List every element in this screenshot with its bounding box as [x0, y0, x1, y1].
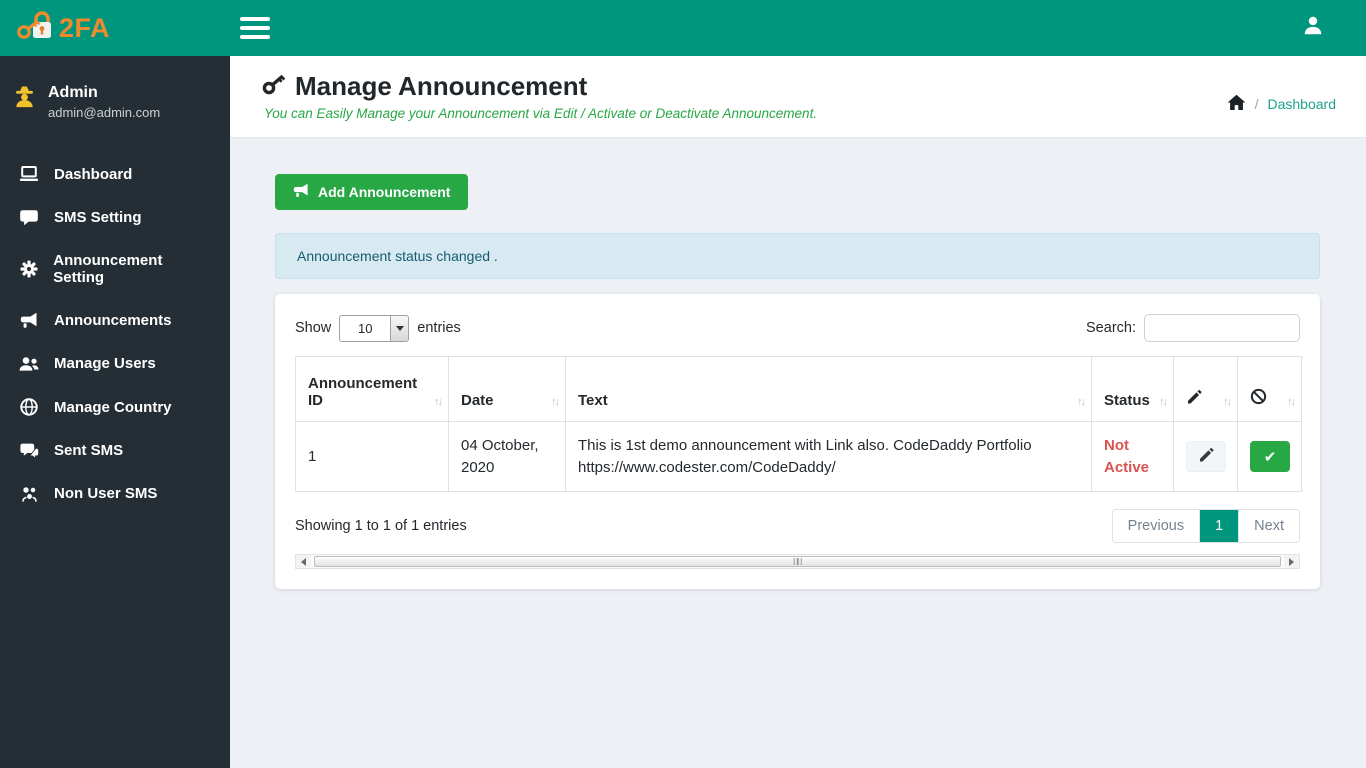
search-input[interactable] — [1144, 314, 1300, 342]
announcements-table: Announcement ID ↑↓ Date ↑↓ Text ↑↓ Statu… — [295, 356, 1302, 492]
cell-edit — [1173, 421, 1238, 492]
cell-text: This is 1st demo announcement with Link … — [565, 421, 1092, 492]
header-text[interactable]: Text ↑↓ — [565, 356, 1092, 422]
home-icon[interactable] — [1227, 94, 1246, 114]
sort-icon[interactable]: ↑↓ — [1077, 396, 1086, 408]
scrollbar-thumb[interactable] — [314, 556, 1281, 567]
edit-button[interactable] — [1186, 441, 1226, 472]
sidebar-user-name: Admin — [48, 84, 98, 101]
pencil-icon — [1198, 447, 1214, 466]
sort-icon[interactable]: ↑↓ — [1287, 396, 1296, 408]
horizontal-scrollbar[interactable] — [295, 554, 1300, 569]
cell-announcement-id: 1 — [295, 421, 449, 492]
scrollbar-grip-icon — [793, 558, 802, 565]
table-info: Showing 1 to 1 of 1 entries — [295, 518, 467, 534]
sidebar-nav: Dashboard SMS Setting Announcement Setti… — [0, 152, 230, 515]
page-header: Manage Announcement You can Easily Manag… — [230, 56, 1366, 138]
lock-key-logo-icon — [16, 9, 54, 48]
sidebar-item-manage-country[interactable]: Manage Country — [0, 385, 230, 429]
table-header-row: Announcement ID ↑↓ Date ↑↓ Text ↑↓ Statu… — [295, 356, 1302, 422]
pagination-page-1[interactable]: 1 — [1199, 510, 1239, 542]
scroll-left-arrow-icon[interactable] — [296, 555, 311, 568]
ban-icon — [1250, 388, 1267, 409]
globe-icon — [18, 398, 40, 416]
pencil-icon — [1186, 389, 1202, 409]
header-date[interactable]: Date ↑↓ — [448, 356, 566, 422]
laptop-icon — [18, 165, 40, 183]
header-deactivate[interactable]: ↑↓ — [1237, 356, 1302, 422]
cell-date: 04 October, 2020 — [448, 421, 566, 492]
sort-icon[interactable]: ↑↓ — [551, 396, 560, 408]
sidebar-item-label: Sent SMS — [54, 442, 124, 459]
sidebar-item-label: Manage Users — [54, 355, 156, 372]
sidebar-item-label: SMS Setting — [54, 209, 142, 226]
user-secret-icon — [12, 84, 37, 114]
sort-icon[interactable]: ↑↓ — [434, 396, 443, 408]
user-group-icon — [18, 486, 40, 502]
sidebar-item-dashboard[interactable]: Dashboard — [0, 152, 230, 196]
pagination-previous[interactable]: Previous — [1112, 510, 1200, 542]
sidebar: Admin admin@admin.com Dashboard SMS Sett… — [0, 56, 230, 768]
sort-icon[interactable]: ↑↓ — [1159, 396, 1168, 408]
check-icon: ✔ — [1263, 448, 1277, 466]
sidebar-item-non-user-sms[interactable]: Non User SMS — [0, 472, 230, 515]
header-announcement-id[interactable]: Announcement ID ↑↓ — [295, 356, 449, 422]
header-status[interactable]: Status ↑↓ — [1091, 356, 1174, 422]
header-edit[interactable]: ↑↓ — [1173, 356, 1238, 422]
sidebar-item-announcement-setting[interactable]: Announcement Setting — [0, 239, 230, 299]
key-icon — [262, 73, 286, 100]
pagination: Previous 1 Next — [1111, 509, 1300, 543]
cell-status: Not Active — [1091, 421, 1174, 492]
sidebar-item-sms-setting[interactable]: SMS Setting — [0, 196, 230, 239]
comment-icon — [18, 209, 40, 226]
hamburger-menu-icon[interactable] — [240, 12, 270, 44]
users-icon — [18, 356, 40, 372]
pagination-next[interactable]: Next — [1238, 510, 1299, 542]
topbar: 2FA — [0, 0, 1366, 56]
sidebar-item-label: Non User SMS — [54, 485, 158, 502]
brand[interactable]: 2FA — [0, 0, 230, 56]
main-area: Manage Announcement You can Easily Manag… — [230, 0, 1366, 589]
breadcrumb: / Dashboard — [1227, 87, 1336, 121]
sidebar-item-manage-users[interactable]: Manage Users — [0, 342, 230, 385]
sidebar-item-label: Dashboard — [54, 165, 133, 183]
comments-icon — [18, 443, 40, 459]
sort-icon[interactable]: ↑↓ — [1223, 396, 1232, 408]
sidebar-user-panel: Admin admin@admin.com — [0, 56, 230, 128]
scroll-right-arrow-icon[interactable] — [1284, 555, 1299, 568]
sidebar-item-label: Manage Country — [54, 398, 172, 416]
bullhorn-icon — [293, 183, 309, 201]
alert-message: Announcement status changed . — [297, 248, 498, 264]
sidebar-item-label: Announcements — [54, 312, 172, 329]
search-label: Search: — [1086, 320, 1136, 336]
page-title: Manage Announcement — [295, 71, 588, 101]
page-length-select[interactable]: 10 — [339, 314, 410, 342]
sidebar-item-sent-sms[interactable]: Sent SMS — [0, 429, 230, 472]
breadcrumb-separator: / — [1254, 96, 1259, 112]
user-icon[interactable] — [1302, 15, 1324, 41]
breadcrumb-link-dashboard[interactable]: Dashboard — [1268, 96, 1337, 112]
activate-button[interactable]: ✔ — [1250, 441, 1290, 472]
status-alert: Announcement status changed . — [275, 233, 1320, 279]
sidebar-item-announcements[interactable]: Announcements — [0, 299, 230, 342]
sidebar-item-label: Announcement Setting — [53, 252, 163, 286]
sidebar-user-email: admin@admin.com — [48, 105, 161, 120]
content: Add Announcement Announcement status cha… — [230, 138, 1366, 589]
brand-name: 2FA — [59, 12, 111, 43]
gear-icon — [18, 260, 39, 278]
table-row: 1 04 October, 2020 This is 1st demo anno… — [295, 421, 1302, 492]
table-card: Show 10 entries Search: Announcement ID … — [275, 294, 1320, 589]
page-length-value: 10 — [358, 320, 373, 336]
chevron-down-icon — [390, 315, 409, 341]
add-announcement-button[interactable]: Add Announcement — [275, 174, 469, 210]
bullhorn-icon — [18, 312, 40, 329]
show-label: Show — [295, 320, 332, 336]
add-announcement-label: Add Announcement — [318, 184, 451, 200]
entries-label: entries — [417, 320, 461, 336]
page-subtitle: You can Easily Manage your Announcement … — [264, 106, 818, 121]
cell-activate: ✔ — [1237, 421, 1302, 492]
